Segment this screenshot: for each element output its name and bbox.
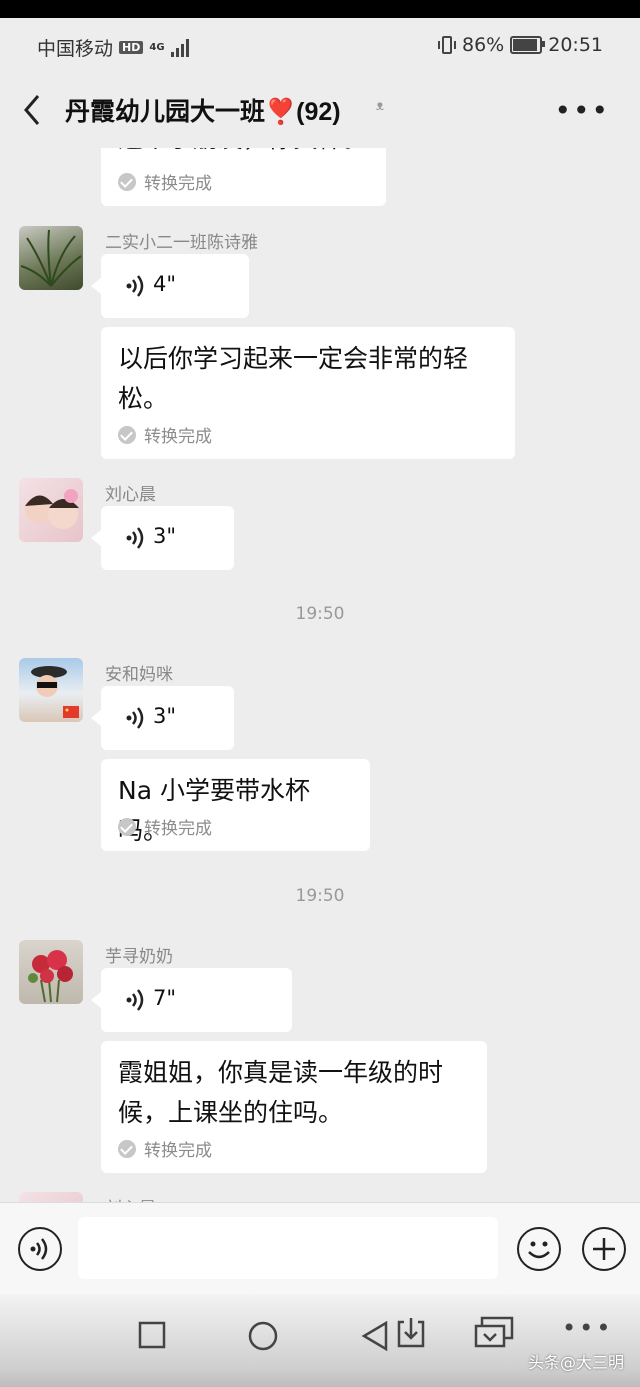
check-icon [118, 817, 136, 836]
voice-message[interactable]: 7" [91, 968, 292, 1032]
voice-wave-icon [126, 707, 144, 729]
voice-wave-icon [126, 527, 144, 549]
watermark: 头条@大三明 [527, 1353, 624, 1372]
top-black-strip [0, 0, 640, 18]
chat-title: 丹霞幼儿园大一班❣️(92) [65, 98, 341, 126]
avatar[interactable] [19, 478, 83, 542]
message-list[interactable]: 这个小朋友，你真棒。 转换完成 二实小二一班陈诗雅 4" 以后你学习起来一定会非… [0, 148, 640, 1202]
message-text: 这个小朋友，你真棒。 [101, 148, 386, 160]
hd-badge: HD [119, 41, 144, 54]
plus-icon[interactable] [582, 1227, 626, 1271]
clock: 20:51 [548, 34, 603, 56]
voice-message[interactable]: 3" [91, 686, 234, 750]
avatar[interactable] [19, 940, 83, 1004]
text-message[interactable]: 霞姐姐，你真是读一年级的时 候，上课坐的住吗。 转换完成 [101, 1041, 487, 1173]
emoji-icon[interactable] [517, 1227, 561, 1271]
voice-wave-icon [126, 275, 144, 297]
sender-name: 安和妈咪 [105, 665, 173, 685]
text-message[interactable]: 以后你学习起来一定会非常的轻 松。 转换完成 [101, 327, 515, 459]
chat-header: 丹霞幼儿园大一班❣️(92) ᵜ ••• [0, 72, 640, 148]
voice-duration: 3" [153, 704, 177, 728]
voice-duration: 4" [153, 272, 177, 296]
timestamp: 19:50 [295, 886, 345, 906]
voice-wave-icon [126, 989, 144, 1011]
conversion-status: 转换完成 [118, 1136, 212, 1161]
check-icon [118, 1139, 136, 1158]
battery-percent: 86% [462, 34, 505, 56]
message-input[interactable] [78, 1217, 498, 1279]
system-nav-bar: ••• 头条@大三明 [0, 1294, 640, 1387]
input-bar [0, 1202, 640, 1295]
avatar[interactable] [19, 226, 83, 290]
conversion-status: 转换完成 [118, 422, 212, 447]
avatar[interactable] [19, 1192, 83, 1202]
voice-input-icon[interactable] [18, 1227, 62, 1271]
vibrate-icon [438, 36, 456, 54]
avatar[interactable] [19, 658, 83, 722]
download-icon[interactable] [395, 1316, 427, 1350]
ear-icon: ᵜ [376, 96, 384, 120]
sender-name: 刘心晨 [105, 485, 156, 505]
conversion-status: 转换完成 [118, 814, 212, 839]
back-triangle-icon[interactable] [360, 1320, 390, 1352]
timestamp: 19:50 [295, 604, 345, 624]
signal-icon [170, 38, 189, 57]
circle-icon[interactable] [247, 1320, 279, 1352]
status-bar: 中国移动 HD 4G 86% 20:51 [0, 18, 640, 72]
text-message[interactable]: Na 小学要带水杯吗。 转换完成 [101, 759, 370, 851]
message-text-line: 候，上课坐的住吗。 [118, 1098, 344, 1127]
carrier-label: 中国移动 [37, 38, 114, 60]
chevron-left-icon[interactable] [18, 90, 48, 130]
message-text-line: 以后你学习起来一定会非常的轻 [118, 344, 469, 373]
network-label: 4G [149, 41, 165, 53]
voice-duration: 3" [153, 524, 177, 548]
square-icon[interactable] [137, 1320, 167, 1350]
screen-icon[interactable] [474, 1316, 514, 1350]
check-icon [118, 172, 136, 191]
sender-name: 二实小二一班陈诗雅 [105, 233, 258, 253]
battery-icon [510, 36, 546, 54]
voice-duration: 7" [153, 986, 177, 1010]
check-icon [118, 425, 136, 444]
more-dots-icon[interactable]: ••• [562, 1314, 613, 1342]
message-text-line: 霞姐姐，你真是读一年级的时 [118, 1058, 444, 1087]
voice-message[interactable]: 4" [91, 254, 249, 318]
text-message[interactable]: 这个小朋友，你真棒。 转换完成 [101, 148, 386, 206]
sender-name: 芋寻奶奶 [105, 947, 173, 967]
message-text-line: 松。 [118, 384, 169, 413]
sender-name: 刘心晨 [105, 1194, 156, 1202]
conversion-status: 转换完成 [118, 169, 212, 194]
more-icon[interactable]: ••• [554, 94, 610, 127]
voice-message[interactable]: 3" [91, 506, 234, 570]
